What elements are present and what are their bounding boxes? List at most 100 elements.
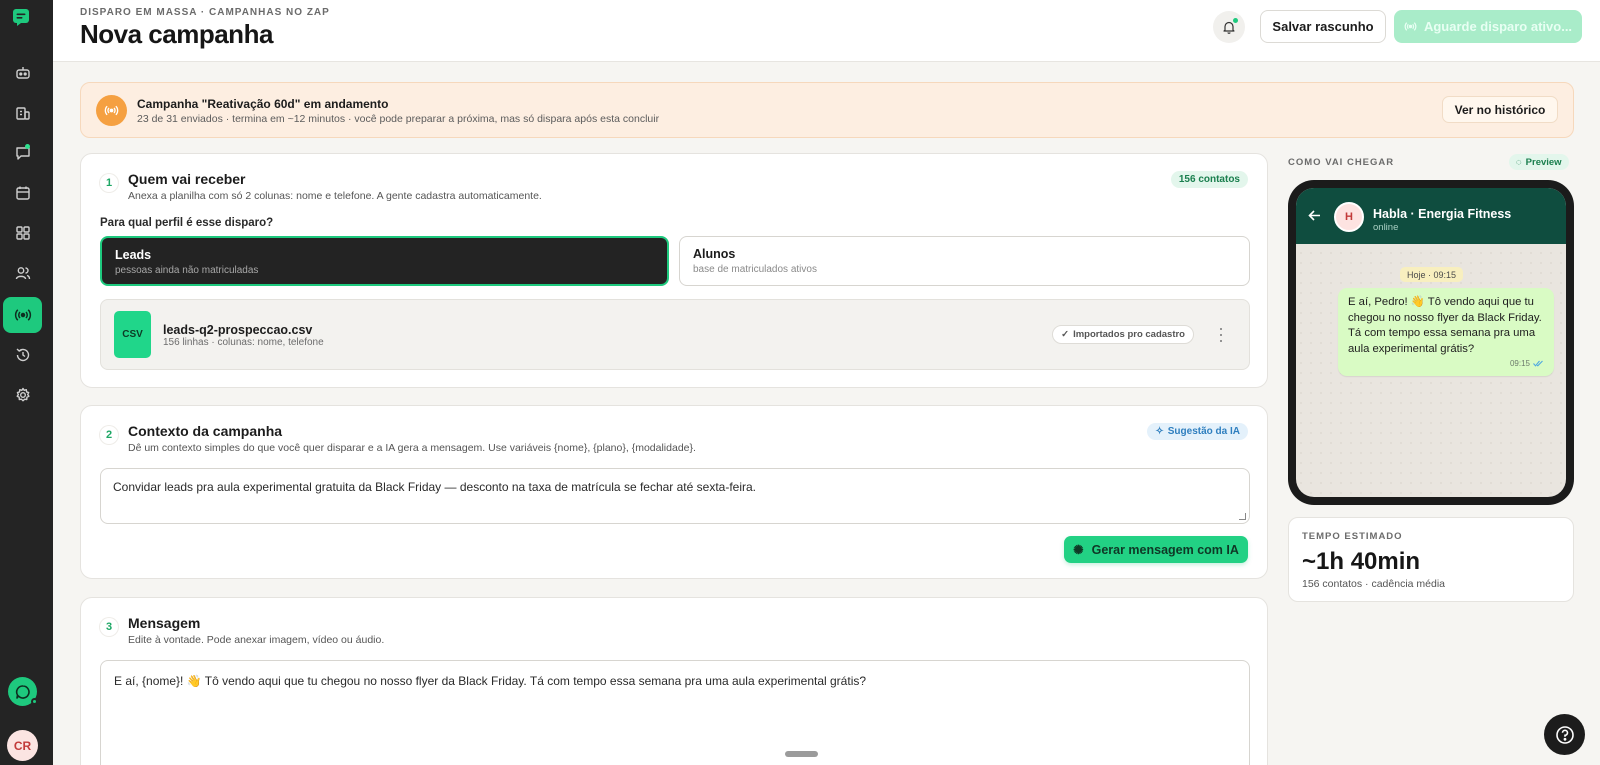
file-name: leads-q2-prospeccao.csv: [163, 323, 313, 337]
profile-option-alunos[interactable]: Alunos base de matriculados ativos: [679, 236, 1250, 286]
user-avatar[interactable]: CR: [7, 730, 38, 761]
file-more-options-icon[interactable]: [1218, 328, 1224, 342]
whatsapp-header: H Habla · Energia Fitness online: [1296, 188, 1566, 244]
sidebar-item-company[interactable]: [3, 95, 42, 131]
step-number: 2: [100, 426, 118, 444]
option-subtitle: base de matriculados ativos: [693, 264, 817, 275]
refresh-icon: ◌: [1516, 156, 1522, 168]
contacts-count-badge: 156 contatos: [1170, 171, 1248, 188]
uploaded-file: CSV leads-q2-prospeccao.csv 156 linhas ·…: [100, 299, 1250, 370]
bubble-text: E aí, Pedro! 👋 Tô vendo aqui que tu cheg…: [1348, 296, 1542, 355]
check-icon: ✓: [1061, 329, 1070, 340]
sidebar-item-users[interactable]: [3, 255, 42, 291]
card-subtitle: Dê um contexto simples do que você quer …: [128, 442, 696, 454]
estimate-subtitle: 156 contatos · cadência média: [1302, 578, 1446, 590]
alert-title: Campanha "Reativação 60d" em andamento: [137, 97, 389, 111]
page-header: DISPARO EM MASSA · CAMPANHAS NO ZAP Nova…: [53, 0, 1600, 62]
broadcast-icon: [96, 95, 127, 126]
calendar-icon: [15, 186, 30, 200]
chat-bubble-icon: [15, 684, 30, 699]
help-question-icon: [1555, 725, 1574, 744]
estimated-time-card: TEMPO ESTIMADO ~1h 40min 156 contatos · …: [1288, 517, 1574, 602]
message-text: E aí, {nome}! 👋 Tô vendo aqui que tu che…: [114, 674, 867, 688]
preview-section-label: COMO VAI CHEGAR: [1288, 157, 1395, 168]
estimate-label: TEMPO ESTIMADO: [1302, 531, 1403, 542]
option-subtitle: pessoas ainda não matriculadas: [115, 265, 259, 276]
estimate-value: ~1h 40min: [1302, 548, 1421, 575]
back-arrow-icon: [1308, 210, 1320, 221]
campaign-in-progress-alert: Campanha "Reativação 60d" em andamento 2…: [80, 82, 1574, 138]
import-status-label: Importados pro cadastro: [1073, 329, 1185, 340]
step-number: 1: [100, 174, 118, 192]
date-chip: Hoje · 09:15: [1400, 267, 1464, 282]
whatsapp-screen: H Habla · Energia Fitness online Hoje · …: [1296, 188, 1566, 497]
apps-grid-icon: [15, 226, 30, 240]
ai-suggestion-label: Sugestão da IA: [1167, 426, 1240, 437]
sidebar: CR: [0, 0, 53, 765]
csv-file-icon: CSV: [114, 311, 151, 358]
contact-status: online: [1373, 222, 1399, 233]
generate-button-label: Gerar mensagem com IA: [1091, 542, 1239, 557]
context-text: Convidar leads pra aula experimental gra…: [113, 480, 757, 494]
save-draft-button[interactable]: Salvar rascunho: [1260, 10, 1386, 43]
ai-suggestion-badge: ✧ Sugestão da IA: [1147, 423, 1248, 440]
card-title: Quem vai receber: [128, 171, 246, 187]
support-chat-button[interactable]: [8, 677, 38, 706]
settings-icon: [16, 387, 30, 402]
sidebar-item-history[interactable]: [3, 337, 42, 373]
breadcrumb: DISPARO EM MASSA · CAMPANHAS NO ZAP: [80, 7, 330, 18]
preview-badge: ◌ Preview: [1509, 154, 1569, 170]
sidebar-item-calendar[interactable]: [3, 175, 42, 211]
profile-option-leads[interactable]: Leads pessoas ainda não matriculadas: [100, 236, 669, 286]
step-context-card: 2 Contexto da campanha Dê um contexto si…: [80, 405, 1268, 579]
card-subtitle: Edite à vontade. Pode anexar imagem, víd…: [128, 634, 385, 646]
online-indicator: [31, 698, 38, 705]
bot-icon: [15, 67, 30, 79]
resize-handle-icon[interactable]: [1239, 513, 1246, 520]
notifications-button[interactable]: [1213, 11, 1245, 43]
help-button[interactable]: [1544, 714, 1585, 755]
send-campaign-button-disabled[interactable]: Aguarde disparo ativo...: [1394, 10, 1582, 43]
profile-question-label: Para qual perfil é esse disparo?: [100, 217, 274, 229]
step-recipients-card: 1 Quem vai receber Anexa a planilha com …: [80, 153, 1268, 388]
card-subtitle: Anexa a planilha com só 2 colunas: nome …: [128, 190, 542, 202]
card-title: Contexto da campanha: [128, 423, 283, 439]
step-number: 3: [100, 618, 118, 636]
sparkle-icon: ✺: [1073, 543, 1084, 557]
view-history-button[interactable]: Ver no histórico: [1442, 96, 1558, 123]
sidebar-item-bots[interactable]: [3, 55, 42, 91]
notification-dot: [1233, 18, 1238, 23]
sidebar-item-chat[interactable]: [3, 135, 42, 171]
option-title: Alunos: [693, 247, 736, 261]
broadcast-icon: [1404, 22, 1417, 31]
sidebar-item-apps[interactable]: [3, 215, 42, 251]
users-icon: [15, 267, 30, 280]
phone-preview: H Habla · Energia Fitness online Hoje · …: [1288, 180, 1574, 505]
message-editor[interactable]: E aí, {nome}! 👋 Tô vendo aqui que tu che…: [100, 660, 1250, 765]
contact-avatar: H: [1334, 202, 1364, 232]
notification-dot: [25, 144, 30, 149]
sidebar-item-settings[interactable]: [3, 377, 42, 413]
campaign-context-textarea[interactable]: Convidar leads pra aula experimental gra…: [100, 468, 1250, 524]
preview-badge-label: Preview: [1525, 156, 1562, 168]
card-title: Mensagem: [128, 615, 201, 631]
bubble-time: 09:15: [1509, 358, 1530, 368]
import-status-badge: ✓ Importados pro cadastro: [1052, 325, 1194, 344]
app-logo-icon[interactable]: [11, 7, 31, 27]
generate-message-button[interactable]: ✺ Gerar mensagem com IA: [1064, 536, 1248, 563]
double-check-icon: [1533, 360, 1543, 367]
history-icon: [16, 348, 29, 362]
page-title: Nova campanha: [80, 19, 273, 49]
broadcast-icon: [14, 309, 31, 321]
contact-name: Habla · Energia Fitness: [1373, 207, 1512, 221]
sparkle-icon: ✧: [1155, 426, 1164, 437]
building-icon: [15, 107, 30, 120]
message-bubble: E aí, Pedro! 👋 Tô vendo aqui que tu cheg…: [1338, 288, 1554, 376]
message-timestamp: 09:15: [1510, 356, 1544, 372]
step-message-card: 3 Mensagem Edite à vontade. Pode anexar …: [80, 597, 1268, 765]
option-title: Leads: [115, 248, 152, 262]
alert-subtitle: 23 de 31 enviados · termina em ~12 minut…: [137, 113, 660, 125]
sidebar-item-broadcast[interactable]: [3, 297, 42, 333]
file-meta: 156 linhas · colunas: nome, telefone: [163, 337, 324, 348]
editor-drag-handle[interactable]: [785, 751, 818, 757]
